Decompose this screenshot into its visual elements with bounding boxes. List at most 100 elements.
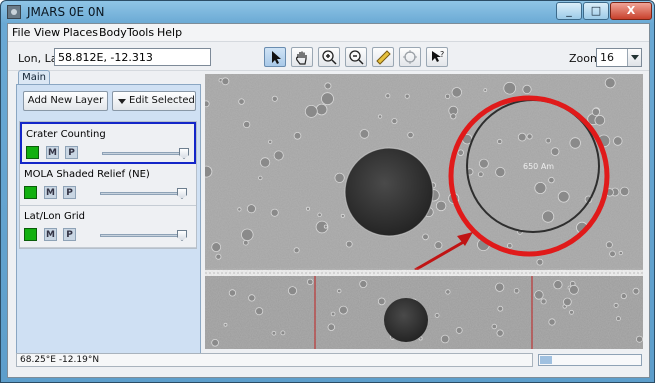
small-crater xyxy=(615,316,621,322)
small-crater xyxy=(540,298,547,305)
client-area: File View Places Body Tools Help Lon, La… xyxy=(7,23,650,378)
close-button[interactable]: X xyxy=(610,2,652,20)
menu-body[interactable]: Body xyxy=(99,26,127,39)
layer-main-view-button[interactable]: M xyxy=(46,146,59,159)
small-crater xyxy=(563,297,572,307)
menu-view[interactable]: View xyxy=(34,26,60,39)
small-crater xyxy=(604,77,616,89)
small-crater xyxy=(609,250,616,258)
small-crater xyxy=(211,338,219,347)
pan-tool-button[interactable] xyxy=(291,47,313,67)
small-crater xyxy=(338,305,348,315)
small-crater xyxy=(534,182,547,195)
small-crater xyxy=(404,93,410,99)
zoom-value: 16 xyxy=(600,51,614,64)
layer-main-view-button[interactable]: M xyxy=(44,186,57,199)
lonlat-input[interactable] xyxy=(54,48,211,66)
slider-thumb[interactable] xyxy=(179,148,189,159)
small-crater xyxy=(434,312,440,318)
layer-opacity-slider[interactable] xyxy=(102,148,189,159)
layer-panner-view-button[interactable]: P xyxy=(65,146,78,159)
add-new-layer-button[interactable]: Add New Layer xyxy=(23,91,108,111)
small-crater xyxy=(242,239,249,246)
small-crater xyxy=(526,133,533,140)
small-crater xyxy=(391,118,398,125)
layer-main-view-button[interactable]: M xyxy=(44,228,57,241)
layer-panner-view-button[interactable]: P xyxy=(63,186,76,199)
small-crater xyxy=(345,240,353,248)
small-crater xyxy=(205,165,213,178)
layer-visibility-toggle[interactable] xyxy=(24,228,37,241)
zoom-select[interactable]: 16 xyxy=(596,48,642,67)
layer-opacity-slider[interactable] xyxy=(100,188,187,199)
small-crater xyxy=(271,95,278,102)
small-crater xyxy=(483,88,488,93)
zoom-out-button[interactable] xyxy=(345,47,367,67)
small-crater xyxy=(268,139,273,144)
crater-tool-button[interactable] xyxy=(399,47,421,67)
small-crater xyxy=(288,286,298,296)
layer-visibility-toggle[interactable] xyxy=(24,186,37,199)
small-crater xyxy=(496,329,504,337)
layer-row-crater-counting[interactable]: Crater Counting M P xyxy=(20,122,196,164)
menu-help[interactable]: Help xyxy=(157,26,182,39)
layer-row-lat-lon-grid[interactable]: Lat/Lon Grid M P xyxy=(20,206,196,248)
small-crater xyxy=(321,92,334,106)
small-crater xyxy=(293,247,300,254)
slider-thumb[interactable] xyxy=(177,188,187,199)
slider-thumb[interactable] xyxy=(177,230,187,241)
small-crater xyxy=(478,158,489,169)
small-crater xyxy=(248,294,256,302)
investigate-tool-button[interactable]: ? xyxy=(426,47,448,67)
chevron-down-icon[interactable] xyxy=(627,49,641,66)
small-crater xyxy=(445,93,451,99)
layer-row-mola-shaded-relief[interactable]: MOLA Shaded Relief (NE) M P xyxy=(20,164,196,206)
map-view[interactable]: 650 Am xyxy=(205,74,643,349)
small-crater xyxy=(507,242,513,249)
crater-tool-icon xyxy=(403,50,417,64)
maximize-button[interactable]: □ xyxy=(583,2,609,20)
menu-places[interactable]: Places xyxy=(63,26,98,39)
map-canvas[interactable]: 650 Am xyxy=(205,74,643,349)
small-crater xyxy=(330,311,336,317)
menu-file[interactable]: File xyxy=(12,26,30,39)
layer-visibility-toggle[interactable] xyxy=(26,146,39,159)
small-crater xyxy=(271,330,277,336)
small-crater xyxy=(324,82,332,90)
small-crater xyxy=(503,81,517,95)
small-crater xyxy=(522,84,532,94)
small-crater xyxy=(422,233,429,241)
small-crater xyxy=(605,241,613,249)
app-window: JMARS 0E 0N _ □ X File View Places Body … xyxy=(0,0,655,383)
small-crater xyxy=(619,186,630,197)
small-crater xyxy=(246,204,256,214)
layer-panner-view-button[interactable]: P xyxy=(63,228,76,241)
small-crater xyxy=(270,208,279,217)
window-title: JMARS 0E 0N xyxy=(27,5,105,19)
title-bar[interactable]: JMARS 0E 0N _ □ X xyxy=(1,1,654,23)
layer-opacity-slider[interactable] xyxy=(100,230,187,241)
layer-name: MOLA Shaded Relief (NE) xyxy=(24,169,150,180)
progress-fill xyxy=(540,356,553,364)
edit-selected-button[interactable]: Edit Selected xyxy=(112,91,196,111)
small-crater xyxy=(434,241,443,250)
small-crater xyxy=(385,93,391,99)
small-crater xyxy=(618,250,623,256)
menu-tools[interactable]: Tools xyxy=(127,26,154,39)
small-crater xyxy=(223,322,228,327)
small-crater xyxy=(243,120,251,129)
ruler-button[interactable] xyxy=(372,47,394,67)
pointer-tool-button[interactable] xyxy=(264,47,286,67)
zoom-in-button[interactable] xyxy=(318,47,340,67)
minimize-button[interactable]: _ xyxy=(556,2,582,20)
menu-bar: File View Places Body Tools Help xyxy=(8,24,649,42)
small-crater xyxy=(620,293,627,300)
small-crater xyxy=(273,150,284,161)
panner-crater xyxy=(384,298,428,342)
small-crater xyxy=(613,302,619,308)
layer-manager-panel: Add New Layer Edit Selected Crater Count… xyxy=(16,84,201,356)
zoom-out-icon xyxy=(349,50,364,65)
tab-main[interactable]: Main xyxy=(18,70,50,85)
small-crater xyxy=(306,278,314,286)
ruler-icon xyxy=(376,50,391,65)
